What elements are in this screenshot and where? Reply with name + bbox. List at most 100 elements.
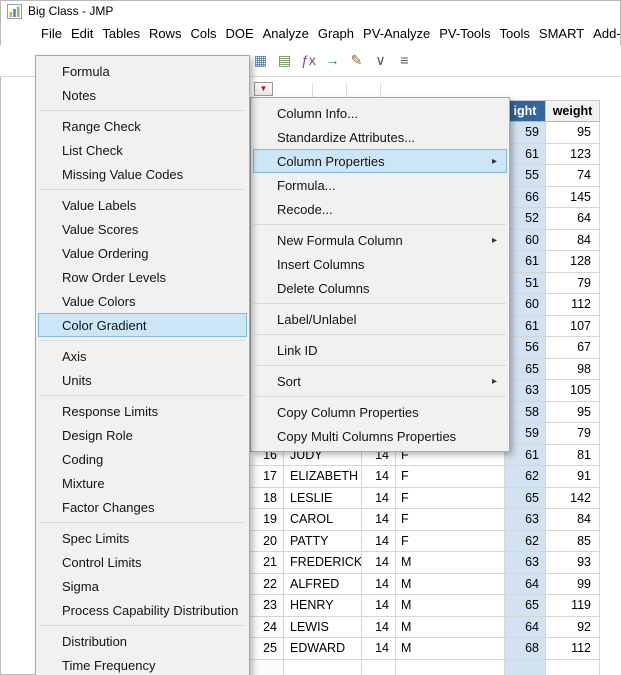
cell-weight[interactable]: 119: [546, 595, 600, 617]
menu-item-delete-columns[interactable]: Delete Columns: [253, 276, 507, 300]
menu-item-copy-column-properties[interactable]: Copy Column Properties: [253, 400, 507, 424]
menu-item-standardize-attributes[interactable]: Standardize Attributes...: [253, 125, 507, 149]
cell-weight[interactable]: 123: [546, 143, 600, 165]
menu-item-formula[interactable]: Formula...: [253, 173, 507, 197]
menubar-item-smart[interactable]: SMART: [538, 24, 585, 43]
cell-weight[interactable]: 95: [546, 401, 600, 423]
cell-height[interactable]: 63: [505, 552, 546, 574]
menubar-item-analyze[interactable]: Analyze: [262, 24, 310, 43]
cell-sex[interactable]: F: [396, 509, 505, 531]
cell-row-number[interactable]: 25: [250, 638, 284, 660]
menu-item-missing-value-codes[interactable]: Missing Value Codes: [38, 162, 247, 186]
cell-row-number[interactable]: 18: [250, 487, 284, 509]
menu-item-list-check[interactable]: List Check: [38, 138, 247, 162]
cell-row-number[interactable]: 21: [250, 552, 284, 574]
cell-weight[interactable]: 81: [546, 444, 600, 466]
cell-row-number[interactable]: 22: [250, 573, 284, 595]
menubar-item-tools[interactable]: Tools: [499, 24, 531, 43]
cell-name[interactable]: PATTY: [284, 530, 362, 552]
cell-height[interactable]: 61: [505, 315, 546, 337]
cell-height[interactable]: 65: [505, 595, 546, 617]
cell-weight[interactable]: 112: [546, 294, 600, 316]
menu-item-link-id[interactable]: Link ID: [253, 338, 507, 362]
cell-weight[interactable]: 64: [546, 208, 600, 230]
cell-sex[interactable]: M: [396, 573, 505, 595]
cell-weight[interactable]: 128: [546, 251, 600, 273]
menu-item-column-properties[interactable]: Column Properties ▸: [253, 149, 507, 173]
cell-height[interactable]: 62: [505, 466, 546, 488]
menu-item-row-order-levels[interactable]: Row Order Levels: [38, 265, 247, 289]
cell-sex[interactable]: M: [396, 595, 505, 617]
cell-row-number[interactable]: 17: [250, 466, 284, 488]
menubar-item-cols[interactable]: Cols: [189, 24, 217, 43]
cell-row-number[interactable]: 24: [250, 616, 284, 638]
menu-item-distribution[interactable]: Distribution: [38, 629, 247, 653]
cell-name[interactable]: EDWARD: [284, 638, 362, 660]
cell-height[interactable]: 60: [505, 229, 546, 251]
menu-item-column-info[interactable]: Column Info...: [253, 101, 507, 125]
cell-age[interactable]: 14: [362, 487, 396, 509]
column-red-triangle-button[interactable]: ▼: [254, 82, 273, 96]
column-header-weight[interactable]: weight: [546, 101, 600, 122]
cell-name[interactable]: HENRY: [284, 595, 362, 617]
cell-height[interactable]: 63: [505, 509, 546, 531]
cell-height[interactable]: 58: [505, 401, 546, 423]
menu-item-process-capability-distribution[interactable]: Process Capability Distribution: [38, 598, 247, 622]
cell-name[interactable]: LEWIS: [284, 616, 362, 638]
menu-item-value-scores[interactable]: Value Scores: [38, 217, 247, 241]
cell-age[interactable]: 14: [362, 595, 396, 617]
cell-height[interactable]: 61: [505, 251, 546, 273]
menu-item-sort[interactable]: Sort ▸: [253, 369, 507, 393]
cell-row-number[interactable]: [250, 659, 284, 675]
app-icon[interactable]: [7, 3, 22, 19]
menu-item-value-colors[interactable]: Value Colors: [38, 289, 247, 313]
menu-item-response-limits[interactable]: Response Limits: [38, 399, 247, 423]
cell-weight[interactable]: 79: [546, 423, 600, 445]
menu-item-copy-multi-columns-properties[interactable]: Copy Multi Columns Properties: [253, 424, 507, 448]
cell-sex[interactable]: M: [396, 616, 505, 638]
cell-weight[interactable]: 145: [546, 186, 600, 208]
cell-age[interactable]: 14: [362, 552, 396, 574]
cell-age[interactable]: [362, 659, 396, 675]
cell-weight[interactable]: 85: [546, 530, 600, 552]
menu-item-label-unlabel[interactable]: Label/Unlabel: [253, 307, 507, 331]
cell-height[interactable]: 61: [505, 143, 546, 165]
cell-weight[interactable]: 95: [546, 122, 600, 144]
cell-weight[interactable]: 79: [546, 272, 600, 294]
formula-icon[interactable]: ƒx: [300, 51, 317, 69]
cell-name[interactable]: LESLIE: [284, 487, 362, 509]
cell-weight[interactable]: 105: [546, 380, 600, 402]
cell-sex[interactable]: F: [396, 466, 505, 488]
cell-height[interactable]: [505, 659, 546, 675]
menu-item-color-gradient[interactable]: Color Gradient: [38, 313, 247, 337]
cell-sex[interactable]: F: [396, 530, 505, 552]
cell-weight[interactable]: 74: [546, 165, 600, 187]
cell-sex[interactable]: F: [396, 487, 505, 509]
cell-age[interactable]: 14: [362, 530, 396, 552]
menu-item-design-role[interactable]: Design Role: [38, 423, 247, 447]
menu-item-notes[interactable]: Notes: [38, 83, 247, 107]
cell-height[interactable]: 59: [505, 423, 546, 445]
cell-height[interactable]: 51: [505, 272, 546, 294]
menu-item-control-limits[interactable]: Control Limits: [38, 550, 247, 574]
cell-weight[interactable]: [546, 659, 600, 675]
cell-name[interactable]: FREDERICK: [284, 552, 362, 574]
data-table-icon[interactable]: ▦: [252, 51, 269, 69]
cell-height[interactable]: 62: [505, 530, 546, 552]
cell-row-number[interactable]: 19: [250, 509, 284, 531]
cell-row-number[interactable]: 20: [250, 530, 284, 552]
cell-weight[interactable]: 92: [546, 616, 600, 638]
cell-height[interactable]: 59: [505, 122, 546, 144]
cell-weight[interactable]: 107: [546, 315, 600, 337]
menubar-item-pv-analyze[interactable]: PV-Analyze: [362, 24, 431, 43]
menubar-item-pv-tools[interactable]: PV-Tools: [438, 24, 491, 43]
cell-sex[interactable]: [396, 659, 505, 675]
cell-age[interactable]: 14: [362, 509, 396, 531]
edit-icon[interactable]: ✎: [348, 51, 365, 69]
column-header-height[interactable]: ight: [505, 101, 546, 122]
cell-weight[interactable]: 99: [546, 573, 600, 595]
cell-height[interactable]: 60: [505, 294, 546, 316]
menubar-item-file[interactable]: File: [40, 24, 63, 43]
cell-weight[interactable]: 93: [546, 552, 600, 574]
menu-item-formula[interactable]: Formula: [38, 59, 247, 83]
